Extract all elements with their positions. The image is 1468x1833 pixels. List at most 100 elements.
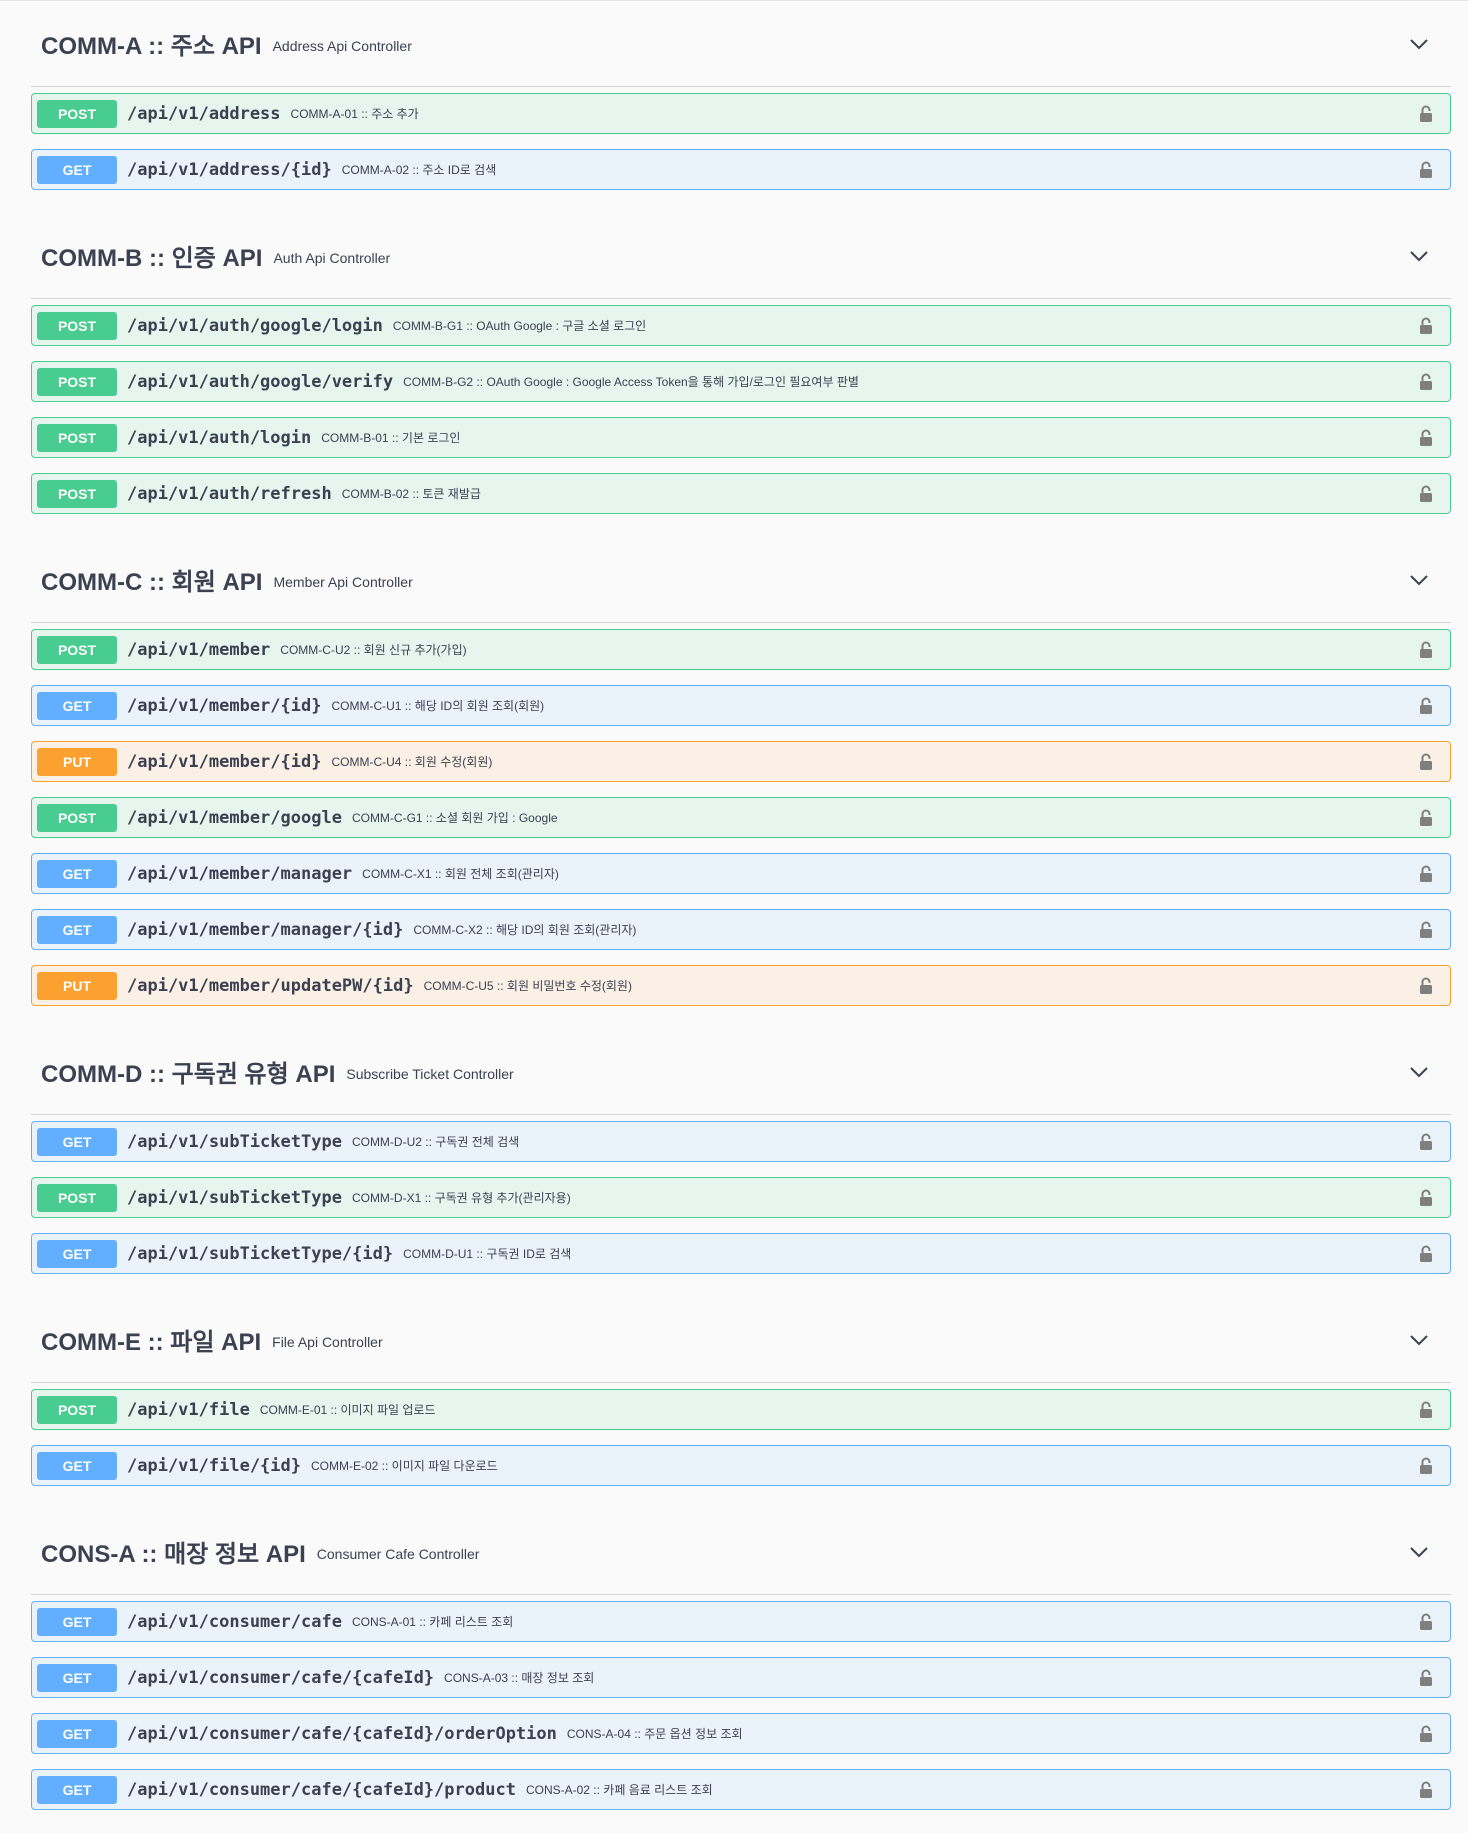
- operation-row[interactable]: POST/api/v1/auth/login COMM-B-01 :: 기본 로그…: [31, 417, 1451, 458]
- lock-icon[interactable]: [1419, 753, 1433, 771]
- operation-row[interactable]: GET/api/v1/consumer/cafe/{cafeId} CONS-A-…: [31, 1657, 1451, 1698]
- lock-icon[interactable]: [1419, 697, 1433, 715]
- operation-path: /api/v1/member/{id}: [127, 751, 322, 772]
- method-badge: PUT: [37, 971, 117, 1000]
- method-badge: GET: [37, 1607, 117, 1636]
- operation-summary: COMM-D-U2 :: 구독권 전체 검색: [351, 1135, 520, 1149]
- operation-row[interactable]: GET/api/v1/file/{id} COMM-E-02 :: 이미지 파일 …: [31, 1445, 1451, 1486]
- operation-path: /api/v1/address: [127, 103, 281, 124]
- operation-summary: COMM-A-02 :: 주소 ID로 검색: [341, 163, 497, 177]
- method-badge: GET: [37, 155, 117, 184]
- tag-title: COMM-B :: 인증 API: [41, 245, 263, 272]
- operation-summary: COMM-E-02 :: 이미지 파일 다운로드: [311, 1459, 498, 1473]
- operation-path: /api/v1/file: [127, 1399, 250, 1420]
- lock-icon[interactable]: [1419, 1457, 1433, 1475]
- tag-description: Subscribe Ticket Controller: [346, 1065, 514, 1082]
- lock-icon[interactable]: [1419, 161, 1433, 179]
- lock-icon[interactable]: [1419, 1669, 1433, 1687]
- lock-icon[interactable]: [1419, 641, 1433, 659]
- chevron-down-icon[interactable]: [1409, 1334, 1429, 1346]
- lock-icon[interactable]: [1419, 1401, 1433, 1419]
- lock-icon[interactable]: [1419, 1781, 1433, 1799]
- method-badge: GET: [37, 1663, 117, 1692]
- lock-icon[interactable]: [1419, 1613, 1433, 1631]
- operation-summary: COMM-B-G2 :: OAuth Google : Google Acces…: [403, 375, 859, 389]
- operation-summary: CONS-A-02 :: 카페 음료 리스트 조회: [525, 1783, 713, 1797]
- operation-path: /api/v1/consumer/cafe/{cafeId}/product: [127, 1779, 516, 1800]
- operation-row[interactable]: GET/api/v1/member/{id} COMM-C-U1 :: 해당 ID…: [31, 685, 1451, 726]
- operation-row[interactable]: POST/api/v1/member COMM-C-U2 :: 회원 신규 추가(…: [31, 629, 1451, 670]
- operation-row[interactable]: GET/api/v1/address/{id} COMM-A-02 :: 주소 I…: [31, 149, 1451, 190]
- tag-title: COMM-D :: 구독권 유형 API: [41, 1061, 336, 1088]
- lock-icon[interactable]: [1419, 977, 1433, 995]
- operation-list: POST/api/v1/auth/google/login COMM-B-G1 :…: [31, 299, 1451, 537]
- tag-header[interactable]: COMM-B :: 인증 API Auth Api Controller: [31, 213, 1451, 299]
- operation-row[interactable]: GET/api/v1/subTicketType/{id} COMM-D-U1 :…: [31, 1233, 1451, 1274]
- operation-summary: COMM-B-02 :: 토큰 재발급: [341, 487, 481, 501]
- tag-title: CONS-A :: 매장 정보 API: [41, 1541, 306, 1568]
- operation-row[interactable]: PUT/api/v1/member/{id} COMM-C-U4 :: 회원 수정…: [31, 741, 1451, 782]
- operation-row[interactable]: POST/api/v1/subTicketType COMM-D-X1 :: 구독…: [31, 1177, 1451, 1218]
- lock-icon[interactable]: [1419, 105, 1433, 123]
- method-badge: GET: [37, 691, 117, 720]
- lock-icon[interactable]: [1419, 809, 1433, 827]
- operation-row[interactable]: GET/api/v1/subTicketType COMM-D-U2 :: 구독권…: [31, 1121, 1451, 1162]
- tag-section: CONS-A :: 매장 정보 API Consumer Cafe Control…: [31, 1509, 1451, 1833]
- tag-header[interactable]: CONS-A :: 매장 정보 API Consumer Cafe Control…: [31, 1509, 1451, 1595]
- lock-icon[interactable]: [1419, 1189, 1433, 1207]
- method-badge: POST: [37, 635, 117, 664]
- lock-icon[interactable]: [1419, 865, 1433, 883]
- operation-row[interactable]: GET/api/v1/consumer/cafe CONS-A-01 :: 카페 …: [31, 1601, 1451, 1642]
- operation-summary: COMM-E-01 :: 이미지 파일 업로드: [259, 1403, 436, 1417]
- operation-row[interactable]: PUT/api/v1/member/updatePW/{id} COMM-C-U5…: [31, 965, 1451, 1006]
- lock-icon[interactable]: [1419, 1133, 1433, 1151]
- lock-icon[interactable]: [1419, 1245, 1433, 1263]
- chevron-down-icon[interactable]: [1409, 1066, 1429, 1078]
- operation-row[interactable]: POST/api/v1/file COMM-E-01 :: 이미지 파일 업로드: [31, 1389, 1451, 1430]
- lock-icon[interactable]: [1419, 485, 1433, 503]
- operation-row[interactable]: POST/api/v1/auth/google/verify COMM-B-G2 …: [31, 361, 1451, 402]
- tag-description: Consumer Cafe Controller: [316, 1545, 480, 1562]
- operation-row[interactable]: POST/api/v1/address COMM-A-01 :: 주소 추가: [31, 93, 1451, 134]
- operation-row[interactable]: GET/api/v1/member/manager/{id} COMM-C-X2 …: [31, 909, 1451, 950]
- operation-row[interactable]: POST/api/v1/member/google COMM-C-G1 :: 소셜…: [31, 797, 1451, 838]
- tag-section: COMM-D :: 구독권 유형 API Subscribe Ticket Con…: [31, 1029, 1451, 1297]
- operation-path: /api/v1/auth/login: [127, 427, 312, 448]
- method-badge: GET: [37, 1127, 117, 1156]
- operation-path: /api/v1/auth/google/verify: [127, 371, 394, 392]
- operation-path: /api/v1/consumer/cafe/{cafeId}/orderOpti…: [127, 1723, 557, 1744]
- lock-icon[interactable]: [1419, 373, 1433, 391]
- tag-header[interactable]: COMM-C :: 회원 API Member Api Controller: [31, 537, 1451, 623]
- method-badge: GET: [37, 1719, 117, 1748]
- method-badge: GET: [37, 1451, 117, 1480]
- chevron-down-icon[interactable]: [1409, 574, 1429, 586]
- operation-path: /api/v1/file/{id}: [127, 1455, 301, 1476]
- operation-path: /api/v1/member: [127, 639, 271, 660]
- chevron-down-icon[interactable]: [1409, 250, 1429, 262]
- tag-header[interactable]: COMM-E :: 파일 API File Api Controller: [31, 1297, 1451, 1383]
- operation-row[interactable]: GET/api/v1/member/manager COMM-C-X1 :: 회원…: [31, 853, 1451, 894]
- operation-summary: COMM-D-U1 :: 구독권 ID로 검색: [403, 1247, 572, 1261]
- lock-icon[interactable]: [1419, 317, 1433, 335]
- operation-row[interactable]: GET/api/v1/consumer/cafe/{cafeId}/orderO…: [31, 1713, 1451, 1754]
- operation-row[interactable]: POST/api/v1/auth/google/login COMM-B-G1 :…: [31, 305, 1451, 346]
- lock-icon[interactable]: [1419, 921, 1433, 939]
- tag-title: COMM-C :: 회원 API: [41, 569, 263, 596]
- operation-path: /api/v1/subTicketType: [127, 1131, 342, 1152]
- operation-list: POST/api/v1/member COMM-C-U2 :: 회원 신규 추가(…: [31, 623, 1451, 1029]
- chevron-down-icon[interactable]: [1409, 38, 1429, 50]
- tag-header[interactable]: COMM-D :: 구독권 유형 API Subscribe Ticket Con…: [31, 1029, 1451, 1115]
- lock-icon[interactable]: [1419, 1725, 1433, 1743]
- method-badge: POST: [37, 311, 117, 340]
- tag-section: COMM-A :: 주소 API Address Api Controller PO…: [31, 1, 1451, 213]
- tag-header[interactable]: COMM-A :: 주소 API Address Api Controller: [31, 1, 1451, 87]
- operation-row[interactable]: POST/api/v1/auth/refresh COMM-B-02 :: 토큰 …: [31, 473, 1451, 514]
- operation-summary: COMM-A-01 :: 주소 추가: [290, 107, 419, 121]
- operation-row[interactable]: GET/api/v1/consumer/cafe/{cafeId}/produc…: [31, 1769, 1451, 1810]
- operation-summary: CONS-A-04 :: 주문 옵션 정보 조회: [566, 1727, 743, 1741]
- tag-title: COMM-A :: 주소 API: [41, 33, 262, 60]
- operation-summary: COMM-B-01 :: 기본 로그인: [321, 431, 461, 445]
- operation-path: /api/v1/subTicketType/{id}: [127, 1243, 394, 1264]
- chevron-down-icon[interactable]: [1409, 1546, 1429, 1558]
- lock-icon[interactable]: [1419, 429, 1433, 447]
